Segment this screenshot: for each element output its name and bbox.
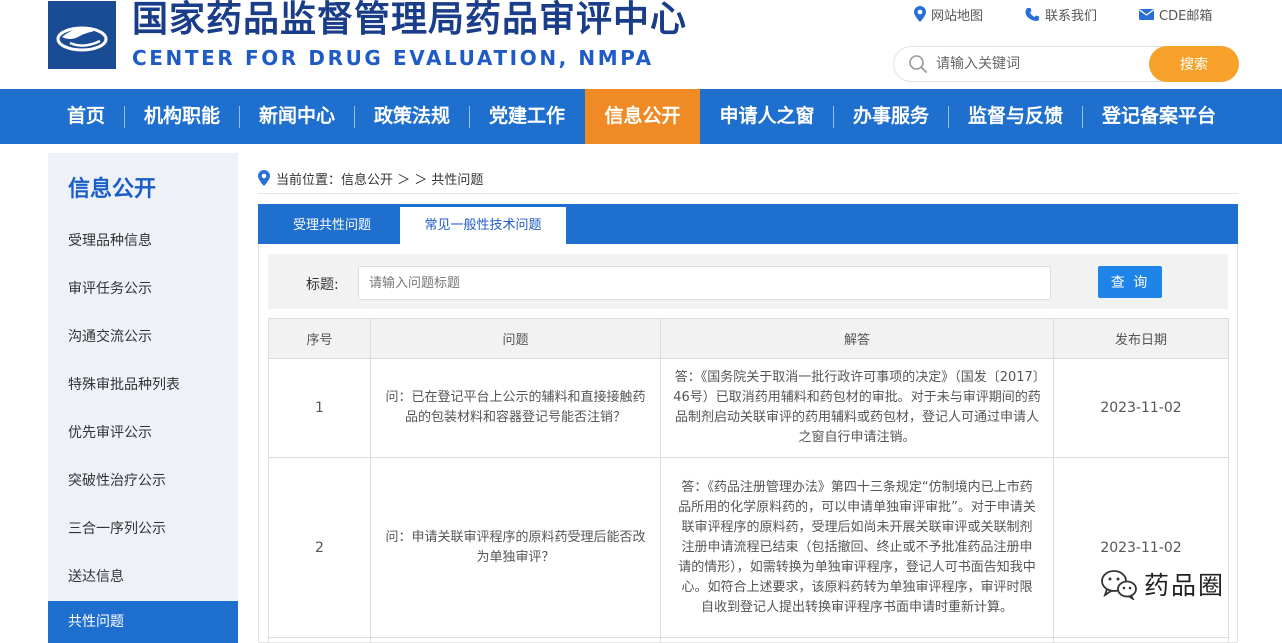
row-date: 2023-11-02 <box>1053 358 1229 458</box>
sidebar-title: 信息公开 <box>68 177 157 202</box>
cde-logo[interactable] <box>48 1 116 69</box>
qa-table: 序号 问题 解答 发布日期 1 问：已在登记平台上公示的辅料和直接接触药品的包装… <box>268 318 1229 643</box>
header-question: 问题 <box>370 318 661 359</box>
sidebar-item-communication[interactable]: 沟通交流公示 <box>48 316 238 358</box>
mail-icon <box>1139 8 1155 20</box>
nav-services[interactable]: 办事服务 <box>834 89 948 144</box>
map-pin-icon <box>914 6 926 22</box>
header-index: 序号 <box>268 318 371 359</box>
row-question[interactable]: 问：申请关联审评程序的原料药受理后能否改为单独审评？ <box>370 457 661 638</box>
row-index: 2 <box>268 457 371 638</box>
mail-label: CDE邮箱 <box>1159 8 1213 24</box>
sidebar-item-breakthrough[interactable]: 突破性治疗公示 <box>48 460 238 502</box>
search-button[interactable]: 搜索 <box>1149 46 1239 82</box>
sidebar: 信息公开 受理品种信息 审评任务公示 沟通交流公示 特殊审批品种列表 优先审评公… <box>48 153 238 643</box>
tab-bar: 受理共性问题 常见一般性技术问题 <box>258 204 1238 244</box>
nav-policy[interactable]: 政策法规 <box>355 89 469 144</box>
tab-accepted-common-issues[interactable]: 受理共性问题 <box>268 204 396 244</box>
nav-registration-platform[interactable]: 登记备案平台 <box>1083 89 1235 144</box>
sitemap-label: 网站地图 <box>931 8 984 24</box>
sidebar-item-accepted[interactable]: 受理品种信息 <box>48 220 238 262</box>
table-header-row: 序号 问题 解答 发布日期 <box>268 318 1229 359</box>
row-date: 2023-11-02 <box>1053 457 1229 638</box>
sidebar-item-three-in-one[interactable]: 三合一序列公示 <box>48 508 238 550</box>
breadcrumb: 当前位置：信息公开 ＞ ＞ 共性问题 <box>258 166 483 190</box>
breadcrumb-divider <box>258 193 1238 194</box>
nav-info-disclosure[interactable]: 信息公开 <box>585 89 700 144</box>
search-input[interactable] <box>936 53 1136 75</box>
site-search: 搜索 <box>893 46 1239 82</box>
sidebar-item-priority-review[interactable]: 优先审评公示 <box>48 412 238 454</box>
query-button[interactable]: 查 询 <box>1098 266 1162 298</box>
header-date: 发布日期 <box>1053 318 1229 359</box>
sitemap-link[interactable]: 网站地图 <box>914 4 983 24</box>
site-title-en: CENTER FOR DRUG EVALUATION, NMPA <box>132 46 654 70</box>
table-row <box>268 637 1229 643</box>
nav-party[interactable]: 党建工作 <box>470 89 584 144</box>
nav-home[interactable]: 首页 <box>48 89 124 144</box>
nav-supervision[interactable]: 监督与反馈 <box>949 89 1082 144</box>
title-filter-input[interactable] <box>358 266 1051 300</box>
table-row: 1 问：已在登记平台上公示的辅料和直接接触药品的包装材料和容器登记号能否注销？ … <box>268 358 1229 458</box>
phone-icon <box>1025 7 1040 21</box>
site-header: 国家药品监督管理局药品审评中心 CENTER FOR DRUG EVALUATI… <box>0 0 1282 89</box>
row-index: 1 <box>268 358 371 458</box>
filter-bar: 标题: 查 询 <box>268 254 1228 309</box>
watermark-text: 药品圈 <box>1144 571 1226 600</box>
main-nav: 首页 机构职能 新闻中心 政策法规 党建工作 信息公开 申请人之窗 办事服务 监… <box>0 89 1282 144</box>
site-title-cn: 国家药品监督管理局药品审评中心 <box>132 0 688 40</box>
tab-general-technical-issues[interactable]: 常见一般性技术问题 <box>400 207 566 244</box>
row-answer <box>660 637 1054 643</box>
mail-link[interactable]: CDE邮箱 <box>1139 4 1212 24</box>
row-date <box>1053 637 1229 643</box>
sidebar-item-review-tasks[interactable]: 审评任务公示 <box>48 268 238 310</box>
row-question[interactable]: 问：已在登记平台上公示的辅料和直接接触药品的包装材料和容器登记号能否注销？ <box>370 358 661 458</box>
nav-applicant-window[interactable]: 申请人之窗 <box>701 89 833 144</box>
sidebar-item-common-issues[interactable]: 共性问题 <box>48 601 238 643</box>
row-answer: 答：《国务院关于取消一批行政许可事项的决定》（国发〔2017〕46号）已取消药用… <box>660 358 1054 458</box>
contact-link[interactable]: 联系我们 <box>1025 4 1097 24</box>
row-question <box>370 637 661 643</box>
search-icon <box>909 55 927 73</box>
header-answer: 解答 <box>660 318 1054 359</box>
title-filter-label: 标题: <box>306 277 339 293</box>
wechat-icon <box>1101 570 1137 600</box>
top-links: 网站地图 联系我们 CDE邮箱 <box>914 4 1212 24</box>
location-pin-icon <box>258 170 270 186</box>
sidebar-item-special-approval[interactable]: 特殊审批品种列表 <box>48 364 238 406</box>
row-index <box>268 637 371 643</box>
contact-label: 联系我们 <box>1045 8 1098 24</box>
table-row: 2 问：申请关联审评程序的原料药受理后能否改为单独审评？ 答：《药品注册管理办法… <box>268 457 1229 638</box>
nav-news[interactable]: 新闻中心 <box>240 89 354 144</box>
logo-emblem-icon <box>48 1 116 69</box>
watermark: 药品圈 <box>1100 566 1225 602</box>
nav-organization[interactable]: 机构职能 <box>125 89 239 144</box>
breadcrumb-text: 当前位置：信息公开 ＞ ＞ 共性问题 <box>276 172 484 188</box>
row-answer: 答：《药品注册管理办法》第四十三条规定“仿制境内已上市药品所用的化学原料药的，可… <box>660 457 1054 638</box>
sidebar-item-delivery[interactable]: 送达信息 <box>48 556 238 598</box>
